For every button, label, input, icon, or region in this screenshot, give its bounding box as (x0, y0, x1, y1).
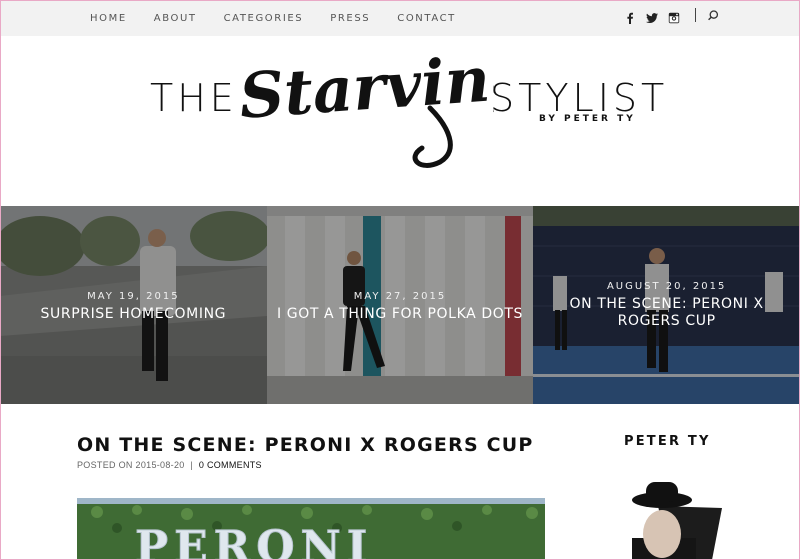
nav-contact[interactable]: CONTACT (397, 13, 456, 24)
social-links (624, 9, 690, 27)
featured-title[interactable]: SURPRISE HOMECOMING (0, 306, 267, 323)
instagram-icon[interactable] (668, 12, 680, 24)
nav-categories[interactable]: CATEGORIES (224, 13, 304, 24)
post-meta: POSTED ON 2015-08-20 | 0 COMMENTS (77, 460, 262, 470)
svg-text:Starving: Starving (237, 40, 494, 133)
featured-caption: MAY 27, 2015 I GOT A THING FOR POLKA DOT… (267, 291, 534, 323)
featured-posts: MAY 19, 2015 SURPRISE HOMECOMING MAY 27,… (0, 206, 800, 404)
author-avatar[interactable] (600, 480, 722, 560)
logo-the: THE (150, 76, 238, 120)
post-date: 2015-08-20 (135, 460, 185, 470)
featured-post[interactable]: AUGUST 20, 2015 ON THE SCENE: PERONI X R… (533, 206, 800, 404)
featured-caption: AUGUST 20, 2015 ON THE SCENE: PERONI X R… (533, 281, 800, 330)
main-nav: HOME ABOUT CATEGORIES PRESS CONTACT (90, 0, 483, 36)
featured-date: MAY 19, 2015 (87, 291, 180, 302)
nav-home[interactable]: HOME (90, 13, 127, 24)
sidebar-title: PETER TY (624, 434, 711, 449)
featured-date: AUGUST 20, 2015 (606, 281, 727, 292)
logo-script-mark: Starving (237, 40, 494, 168)
nav-press[interactable]: PRESS (330, 13, 370, 24)
featured-post[interactable]: MAY 27, 2015 I GOT A THING FOR POLKA DOT… (266, 206, 534, 404)
nav-divider (695, 8, 696, 22)
top-bar: HOME ABOUT CATEGORIES PRESS CONTACT (0, 0, 800, 36)
facebook-icon[interactable] (624, 12, 636, 24)
meta-separator: | (190, 460, 194, 470)
nav-about[interactable]: ABOUT (154, 13, 197, 24)
featured-post[interactable]: MAY 19, 2015 SURPRISE HOMECOMING (0, 206, 267, 404)
posted-on-label: POSTED ON (77, 460, 133, 470)
logo-byline: BY PETER TY (539, 114, 636, 124)
svg-text:PERONI: PERONI (135, 522, 373, 560)
featured-title[interactable]: I GOT A THING FOR POLKA DOTS (267, 306, 534, 323)
site-logo[interactable]: THE Starving STYLIST BY PETER TY (148, 40, 664, 170)
featured-date: MAY 27, 2015 (353, 291, 447, 302)
featured-title[interactable]: ON THE SCENE: PERONI X ROGERS CUP (533, 296, 800, 330)
post-featured-image[interactable]: PERONI (77, 498, 545, 560)
search-icon[interactable] (706, 9, 720, 23)
twitter-icon[interactable] (646, 12, 658, 24)
post-title[interactable]: ON THE SCENE: PERONI X ROGERS CUP (77, 434, 534, 456)
featured-caption: MAY 19, 2015 SURPRISE HOMECOMING (0, 291, 267, 323)
comments-link[interactable]: 0 COMMENTS (199, 460, 262, 470)
